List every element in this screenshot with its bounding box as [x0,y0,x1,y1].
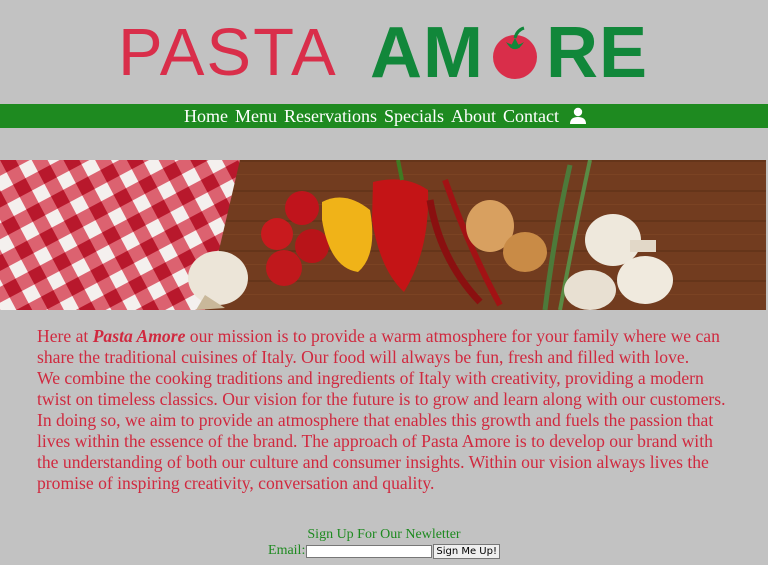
nav-home[interactable]: Home [184,104,228,128]
nav-about[interactable]: About [451,104,496,128]
main-nav: Home Menu Reservations Specials About Co… [0,104,768,128]
newsletter-form: Email: Sign Me Up! [0,543,768,559]
logo-amore-end: RE [545,13,649,93]
user-icon[interactable] [569,107,587,125]
newsletter-title: Sign Up For Our Newletter [307,527,461,542]
email-field[interactable] [306,544,433,558]
hero-banner [0,160,766,310]
mission-prefix: Here at [37,326,93,346]
logo-amore-start: AM [370,13,484,93]
email-label: Email: [268,543,306,558]
nav-specials[interactable]: Specials [384,104,444,128]
tomato-icon [492,26,537,79]
newsletter-signup: Sign Up For Our Newletter Email: Sign Me… [0,526,768,559]
logo-word-pasta: PASTA [118,15,338,90]
site-logo: PASTA AM RE [0,0,768,104]
brand-name: Pasta Amore [92,326,186,346]
nav-contact[interactable]: Contact [503,104,559,128]
vegetables-banner-image [0,160,766,310]
nav-menu[interactable]: Menu [235,104,277,128]
sign-up-button[interactable]: Sign Me Up! [433,543,500,559]
mission-paragraph: Here at Pasta Amore our mission is to pr… [37,326,737,368]
mission-text: Here at Pasta Amore our mission is to pr… [37,326,737,494]
nav-reservations[interactable]: Reservations [284,104,377,128]
vision-paragraph: We combine the cooking traditions and in… [37,368,726,493]
logo-word-amore: AM RE [370,8,648,98]
